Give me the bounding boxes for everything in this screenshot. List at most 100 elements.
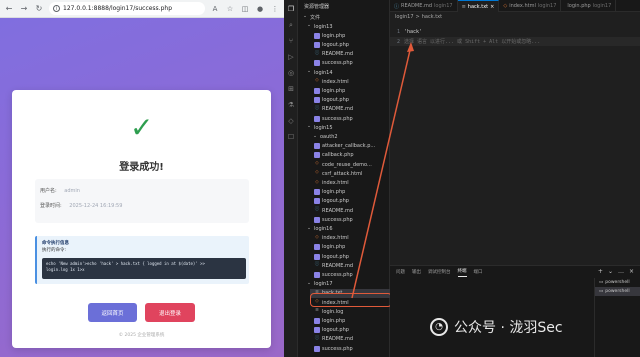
translate-icon[interactable]: A	[210, 4, 220, 14]
more-icon[interactable]: …	[618, 268, 624, 275]
php-file-icon	[314, 97, 320, 104]
tree-file[interactable]: success.php	[314, 59, 353, 68]
tab-login-php[interactable]: login.php login17	[561, 0, 617, 12]
tree-item-label: login.php	[322, 87, 346, 94]
tab-ports[interactable]: 端口	[474, 266, 483, 277]
new-terminal-icon[interactable]: +	[598, 268, 603, 275]
url-text: 127.0.0.1:8888/login17/success.php	[63, 5, 173, 12]
address-bar[interactable]: i 127.0.0.1:8888/login17/success.php	[49, 2, 205, 15]
home-button[interactable]: 返回首页	[88, 303, 137, 322]
breadcrumb-file[interactable]: hack.txt	[422, 14, 442, 20]
tree-folder[interactable]: ⌄ login13	[306, 22, 333, 31]
tree-file[interactable]: logout.php	[314, 40, 349, 49]
tree-file[interactable]: ≡ login.log	[314, 307, 343, 316]
tree-item-label: login.php	[322, 32, 346, 39]
markdown-file-icon: ⓘ	[394, 3, 400, 10]
browser-toolbar: ← → ↻ i 127.0.0.1:8888/login17/success.p…	[0, 0, 284, 18]
tree-file[interactable]: callback.php	[314, 151, 354, 160]
tree-file[interactable]: success.php	[314, 344, 353, 353]
tree-file[interactable]: logout.php	[314, 326, 349, 335]
tree-file[interactable]: success.php	[314, 215, 353, 224]
search-icon[interactable]: ⌕	[286, 20, 296, 30]
tree-file[interactable]: ◇ index.html	[314, 234, 348, 243]
breadcrumb-folder[interactable]: login17	[395, 14, 414, 20]
tree-file[interactable]: login.php	[314, 86, 345, 95]
remote-icon[interactable]: ◎	[286, 68, 296, 78]
tree-file[interactable]: logout.php	[314, 252, 349, 261]
tree-item-label: login14	[314, 69, 333, 76]
success-title: 登录成功!	[119, 162, 164, 173]
back-icon[interactable]: ←	[4, 4, 14, 14]
html-file-icon: ◇	[315, 170, 319, 176]
tree-file[interactable]: ◇ index.html	[314, 77, 349, 86]
tree-item-label: logout.php	[322, 327, 349, 334]
tree-file[interactable]: success.php	[314, 270, 353, 279]
tab-hack-txt[interactable]: ≡ hack.txt ×	[457, 0, 500, 12]
source-control-icon[interactable]: ⑂	[286, 36, 296, 46]
folder-chevron-icon: ⌄	[307, 280, 311, 286]
tree-file[interactable]: ⓘ README.md	[314, 335, 353, 344]
tree-file[interactable]: logout.php	[314, 96, 349, 105]
tree-file[interactable]: login.php	[314, 243, 345, 252]
terminal-item[interactable]: ▭ powershell	[595, 287, 640, 296]
success-card: ✓ 登录成功! 用户名: admin 登录时间: 2025-12-24 16:1…	[12, 90, 271, 348]
md-file-icon: ⓘ	[314, 50, 320, 56]
menu-icon[interactable]: ⋮	[270, 4, 280, 14]
workspace-root[interactable]: ⌄ 文件	[302, 13, 320, 22]
run-debug-icon[interactable]: ▷	[286, 52, 296, 62]
tree-item-label: README.md	[322, 262, 354, 269]
tree-file[interactable]: login.php	[314, 316, 345, 325]
tree-file[interactable]: ◇ code_reuse_demo...	[314, 160, 372, 169]
tree-item-label: logout.php	[322, 198, 349, 205]
tree-folder[interactable]: ⌄ oauth2	[312, 132, 338, 141]
docker-icon[interactable]: ◇	[286, 116, 296, 126]
extensions-icon[interactable]: ◫	[240, 4, 250, 14]
extensions-icon[interactable]: ⊞	[286, 84, 296, 94]
tree-file[interactable]: ⓘ README.md	[314, 261, 353, 270]
tree-file[interactable]: ◇ index.html	[314, 178, 348, 187]
command-info-box: 命令执行信息 执行的命令: echo 'New admin'>echo 'hac…	[35, 236, 249, 284]
tab-problems[interactable]: 问题	[396, 266, 405, 277]
tree-folder[interactable]: ⌄ login16	[306, 224, 332, 233]
watermark: ◔ 公众号 · 泷羽Sec	[430, 315, 563, 339]
tree-file[interactable]: success.php	[314, 114, 353, 123]
tree-file[interactable]: login.php	[314, 31, 345, 40]
profile-icon[interactable]: ●	[255, 4, 265, 14]
tree-item-label: logout.php	[322, 97, 349, 104]
tree-file[interactable]: attacker_callback.p...	[314, 142, 375, 151]
breadcrumb-separator: >	[415, 13, 420, 20]
tree-item-label: README.md	[322, 336, 354, 343]
tab-index-html[interactable]: ◇ index.html login17	[499, 0, 562, 12]
php-file-icon	[314, 60, 320, 67]
close-icon[interactable]: ×	[490, 4, 494, 10]
tree-file[interactable]: logout.php	[314, 197, 349, 206]
bookmark-star-icon[interactable]: ☆	[225, 4, 235, 14]
tree-folder[interactable]: ⌄ login14	[306, 68, 333, 77]
reload-icon[interactable]: ↻	[34, 4, 44, 14]
chat-icon[interactable]: ☐	[286, 132, 296, 142]
tab-terminal[interactable]: 终端	[457, 266, 467, 277]
tree-folder[interactable]: ⌄ login17	[306, 280, 332, 289]
tree-file[interactable]: ⓘ README.md	[314, 206, 353, 215]
tab-debug-console[interactable]: 调试控制台	[428, 266, 451, 277]
tree-file[interactable]: login.php	[314, 188, 345, 197]
login-time-value: 2025-12-24 16:19:59	[69, 203, 123, 209]
tab-readme[interactable]: ⓘ README.md login17	[390, 0, 458, 12]
explorer-icon[interactable]: ❐	[286, 4, 296, 14]
site-info-icon[interactable]: i	[53, 5, 60, 12]
chevron-down-icon[interactable]: ⌄	[608, 268, 613, 275]
code-editor[interactable]: 1 'hack' 2 选择 语言 以进行... 或 Shift + Alt 以开…	[390, 21, 640, 265]
tree-file[interactable]: ⓘ README.md	[314, 50, 353, 59]
copyright-text: © 2025 企业管理系统	[118, 333, 165, 338]
tab-output[interactable]: 输出	[412, 266, 421, 277]
tree-file[interactable]: ⓘ README.md	[314, 105, 353, 114]
forward-icon[interactable]: →	[19, 4, 29, 14]
close-icon[interactable]: ×	[629, 268, 634, 275]
testing-icon[interactable]: ⚗	[286, 100, 296, 110]
tree-file[interactable]: ◇ csrf_attack.html	[314, 169, 362, 178]
tree-item-label: index.html	[322, 78, 349, 85]
logout-button[interactable]: 退出登录	[145, 303, 195, 322]
tree-folder[interactable]: ⌄ login15	[306, 123, 332, 132]
terminal-item[interactable]: ▭ powershell	[595, 278, 640, 287]
tree-item-label: login13	[314, 23, 333, 30]
